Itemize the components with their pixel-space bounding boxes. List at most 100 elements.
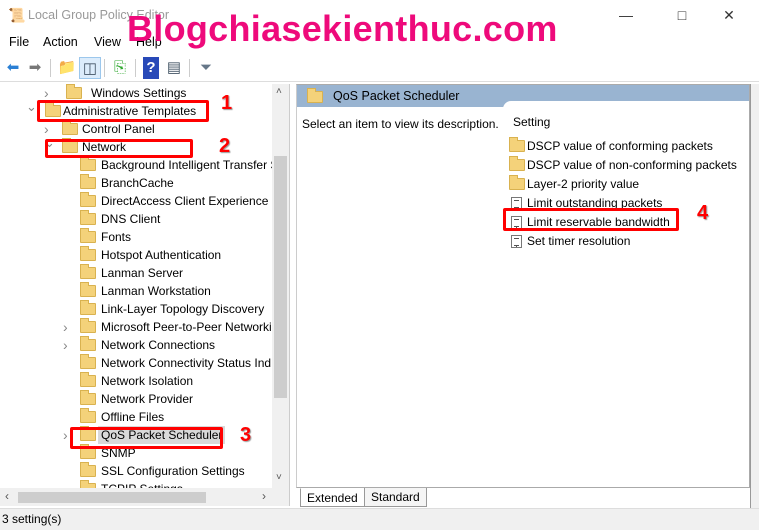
tree-item[interactable]: SSL Configuration Settings <box>0 462 272 480</box>
folder-icon <box>80 372 96 387</box>
close-button[interactable]: ✕ <box>714 4 744 26</box>
toolbar: ⬅ ➡ 📁 ◫ ⎘ ? ▤ ⏷ <box>0 54 759 82</box>
tree-item-label: DirectAccess Client Experience Se <box>101 194 287 208</box>
tree-item[interactable]: Offline Files <box>0 408 272 426</box>
tree-item-label: Fonts <box>101 230 132 244</box>
tree-item[interactable]: DNS Client <box>0 210 272 228</box>
filter-icon[interactable]: ⏷ <box>195 57 217 79</box>
setting-item-label: Set timer resolution <box>527 234 631 248</box>
scroll-down-icon[interactable]: ˅ <box>276 472 282 483</box>
tree-item-label: Network Connectivity Status Ind <box>101 356 272 370</box>
folder-icon <box>80 300 96 315</box>
annotation-box-1 <box>37 100 209 122</box>
back-icon[interactable]: ⬅ <box>2 57 24 79</box>
forward-icon[interactable]: ➡ <box>24 57 46 79</box>
settings-list: Setting DSCP value of conforming packets… <box>503 101 749 481</box>
tree-item-label: Network Provider <box>101 392 194 406</box>
tree-item[interactable]: › Network Connections <box>0 336 272 354</box>
view-tabs: Extended Standard <box>296 488 750 508</box>
up-folder-icon[interactable]: 📁 <box>56 57 78 79</box>
column-header-setting[interactable]: Setting <box>513 115 550 129</box>
maximize-button[interactable]: □ <box>667 4 697 26</box>
tree-item[interactable]: DirectAccess Client Experience Se <box>0 192 286 210</box>
setting-item-label: DSCP value of conforming packets <box>527 139 713 153</box>
tree-item[interactable]: Background Intelligent Transfer S <box>0 156 278 174</box>
show-hide-tree-icon[interactable]: ◫ <box>79 57 101 79</box>
folder-icon <box>80 156 96 171</box>
tree-pane: › Windows Settings ⌄ Administrative Templat… <box>0 84 290 506</box>
details-pane: QoS Packet Scheduler Select an item to v… <box>296 84 750 488</box>
tree-item-label: BranchCache <box>101 176 174 190</box>
folder-icon <box>80 354 96 369</box>
folder-icon <box>80 282 96 297</box>
chevron-right-icon[interactable]: › <box>63 336 73 354</box>
folder-icon <box>80 246 96 261</box>
tree-item[interactable]: Lanman Workstation <box>0 282 272 300</box>
scroll-up-icon[interactable]: ˄ <box>276 86 282 97</box>
folder-icon <box>509 156 525 171</box>
tree-item[interactable]: BranchCache <box>0 174 272 192</box>
divider <box>135 59 136 77</box>
chevron-down-icon[interactable]: ⌄ <box>26 98 37 116</box>
tree-item[interactable]: › Control Panel <box>0 120 272 138</box>
setting-item-label: Layer-2 priority value <box>527 177 640 191</box>
annotation-number-3: 3 <box>240 424 252 446</box>
annotation-box-3 <box>70 427 223 449</box>
annotation-box-4 <box>503 208 679 231</box>
tree-item-label: Link-Layer Topology Discovery <box>101 302 265 316</box>
folder-icon <box>80 408 96 423</box>
menu-view[interactable]: View <box>94 35 121 49</box>
setting-item[interactable]: DSCP value of non-conforming packets <box>507 156 747 174</box>
folder-icon <box>62 120 78 135</box>
status-bar: 3 setting(s) <box>0 508 759 530</box>
menu-file[interactable]: File <box>9 35 29 49</box>
setting-item-label: DSCP value of non-conforming packets <box>527 158 737 172</box>
divider <box>104 59 105 77</box>
policy-setting-icon <box>511 235 522 248</box>
divider <box>50 59 51 77</box>
tree-item-label: DNS Client <box>101 212 161 226</box>
tree-item-label: Offline Files <box>101 410 165 424</box>
folder-icon <box>509 137 525 152</box>
help-icon[interactable]: ? <box>143 57 159 79</box>
setting-item[interactable]: DSCP value of conforming packets <box>507 137 747 155</box>
folder-icon <box>80 228 96 243</box>
folder-icon <box>80 210 96 225</box>
setting-item[interactable]: Set timer resolution <box>507 232 747 250</box>
tree-item-label: Microsoft Peer-to-Peer Networki <box>101 320 272 334</box>
menu-action[interactable]: Action <box>43 35 78 49</box>
vertical-scroll-thumb[interactable] <box>274 156 287 398</box>
tree-item[interactable]: Lanman Server <box>0 264 272 282</box>
folder-icon <box>80 174 96 189</box>
background-window-edge <box>750 84 759 508</box>
tree-item-label: Hotspot Authentication <box>101 248 222 262</box>
tree-item-label: Lanman Workstation <box>101 284 211 298</box>
tree-item[interactable]: Link-Layer Topology Discovery <box>0 300 272 318</box>
tree-item[interactable]: Network Provider <box>0 390 272 408</box>
export-list-icon[interactable]: ⎘ <box>109 57 131 79</box>
folder-icon <box>80 336 96 351</box>
folder-icon <box>307 88 323 103</box>
tree-item-label: SSL Configuration Settings <box>101 464 245 478</box>
scroll-right-icon[interactable]: › <box>262 489 266 503</box>
horizontal-scroll-thumb[interactable] <box>18 492 206 503</box>
folder-icon <box>509 175 525 190</box>
folder-icon <box>80 264 96 279</box>
tree-item[interactable]: Network Isolation <box>0 372 272 390</box>
annotation-number-1: 1 <box>221 92 233 114</box>
scroll-left-icon[interactable]: ‹ <box>5 489 9 503</box>
folder-icon <box>80 318 96 333</box>
divider <box>189 59 190 77</box>
tree-item[interactable]: › Microsoft Peer-to-Peer Networki <box>0 318 272 336</box>
minimize-button[interactable]: — <box>611 4 641 26</box>
tree-item[interactable]: Hotspot Authentication <box>0 246 272 264</box>
folder-icon <box>80 390 96 405</box>
tree-item[interactable]: Fonts <box>0 228 272 246</box>
tab-standard[interactable]: Standard <box>364 488 427 507</box>
tab-extended[interactable]: Extended <box>300 488 365 507</box>
setting-item[interactable]: Layer-2 priority value <box>507 175 747 193</box>
tree-item[interactable]: Network Connectivity Status Ind <box>0 354 272 372</box>
chevron-right-icon[interactable]: › <box>63 318 73 336</box>
folder-icon <box>80 462 96 477</box>
show-hide-action-pane-icon[interactable]: ▤ <box>163 57 185 79</box>
